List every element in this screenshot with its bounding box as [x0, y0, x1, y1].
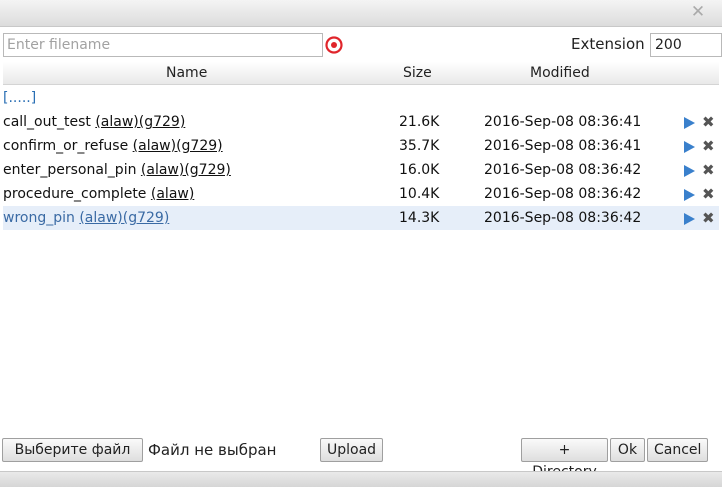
delete-icon[interactable]: ✖	[702, 137, 715, 155]
file-size: 21.6K	[399, 114, 440, 130]
file-modified: 2016-Sep-08 08:36:41	[484, 138, 642, 154]
file-row[interactable]: enter_personal_pin (alaw)(g729) 16.0K 2016…	[3, 158, 719, 182]
file-name-cell: call_out_test (alaw)(g729)	[3, 114, 185, 130]
play-icon[interactable]	[684, 165, 695, 177]
delete-icon[interactable]: ✖	[702, 209, 715, 227]
ok-button[interactable]: Ok	[610, 438, 645, 462]
dialog-titlebar: ✕	[0, 0, 722, 27]
file-name-cell: wrong_pin (alaw)(g729)	[3, 210, 169, 226]
play-icon[interactable]	[684, 189, 695, 201]
file-name[interactable]: call_out_test	[3, 114, 91, 130]
file-name-cell: procedure_complete (alaw)	[3, 186, 194, 202]
close-icon[interactable]: ✕	[688, 2, 708, 22]
file-name[interactable]: confirm_or_refuse	[3, 138, 128, 154]
choose-file-button[interactable]: Выберите файл	[2, 438, 143, 462]
file-size: 14.3K	[399, 210, 440, 226]
filename-input[interactable]	[3, 33, 323, 57]
delete-icon[interactable]: ✖	[702, 161, 715, 179]
file-size: 10.4K	[399, 186, 440, 202]
extension-input[interactable]	[650, 33, 722, 57]
file-modified: 2016-Sep-08 08:36:41	[484, 114, 642, 130]
parent-directory-link[interactable]: [.....]	[3, 90, 36, 106]
column-header-modified[interactable]: Modified	[530, 65, 590, 81]
column-header-size[interactable]: Size	[403, 65, 432, 81]
file-format-link[interactable]: (alaw)(g729)	[95, 114, 185, 130]
file-name[interactable]: wrong_pin	[3, 210, 75, 226]
play-icon[interactable]	[684, 213, 695, 225]
file-format-link[interactable]: (alaw)	[151, 186, 194, 202]
file-modified: 2016-Sep-08 08:36:42	[484, 210, 642, 226]
file-list-header: Name Size Modified	[3, 62, 719, 85]
delete-icon[interactable]: ✖	[702, 185, 715, 203]
file-modified: 2016-Sep-08 08:36:42	[484, 186, 642, 202]
file-format-link[interactable]: (alaw)(g729)	[79, 210, 169, 226]
file-format-link[interactable]: (alaw)(g729)	[133, 138, 223, 154]
play-icon[interactable]	[684, 117, 695, 129]
file-row[interactable]: procedure_complete (alaw) 10.4K 2016-Sep-0…	[3, 182, 719, 206]
upload-button[interactable]: Upload	[320, 438, 383, 462]
file-row[interactable]: confirm_or_refuse (alaw)(g729) 35.7K 2016-…	[3, 134, 719, 158]
file-row[interactable]: call_out_test (alaw)(g729) 21.6K 2016-Sep-…	[3, 110, 719, 134]
file-format-link[interactable]: (alaw)(g729)	[141, 162, 231, 178]
column-header-name[interactable]: Name	[166, 65, 207, 81]
file-size: 16.0K	[399, 162, 440, 178]
no-file-selected-text: Файл не выбран	[148, 441, 277, 459]
extension-label: Extension	[571, 35, 645, 53]
target-icon[interactable]	[325, 36, 343, 54]
cancel-button[interactable]: Cancel	[647, 438, 708, 462]
dialog-bottom-bar	[0, 471, 722, 487]
play-icon[interactable]	[684, 141, 695, 153]
add-directory-button[interactable]: + Directory	[521, 438, 608, 480]
file-name[interactable]: procedure_complete	[3, 186, 146, 202]
file-size: 35.7K	[399, 138, 440, 154]
file-name[interactable]: enter_personal_pin	[3, 162, 136, 178]
file-name-cell: confirm_or_refuse (alaw)(g729)	[3, 138, 223, 154]
file-name-cell: enter_personal_pin (alaw)(g729)	[3, 162, 231, 178]
delete-icon[interactable]: ✖	[702, 113, 715, 131]
file-row[interactable]: wrong_pin (alaw)(g729) 14.3K 2016-Sep-08 0…	[3, 206, 719, 230]
file-modified: 2016-Sep-08 08:36:42	[484, 162, 642, 178]
